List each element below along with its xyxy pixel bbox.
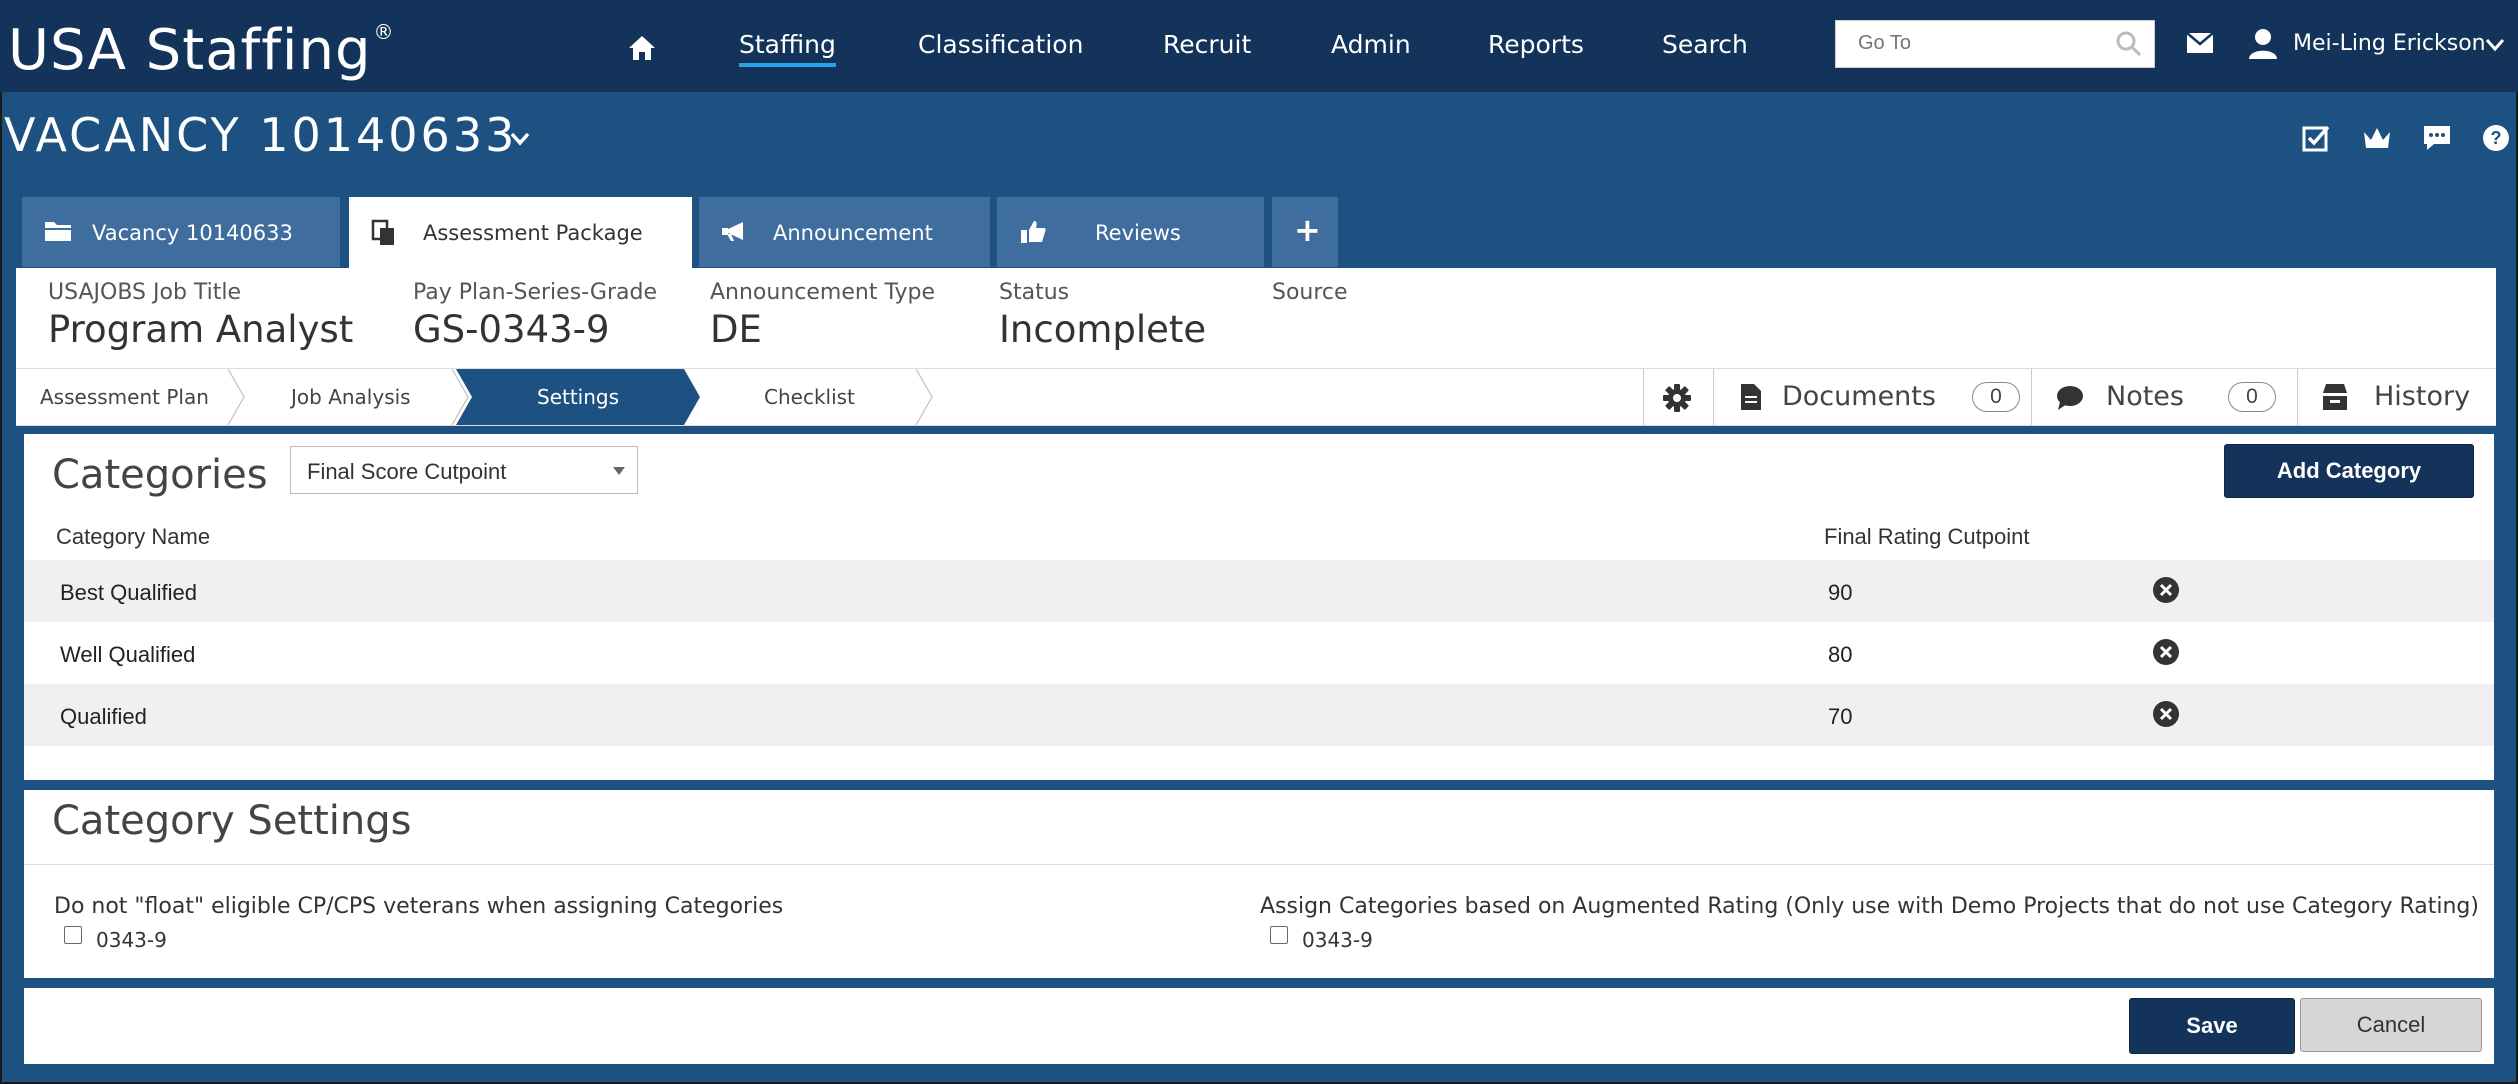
add-category-button[interactable]: Add Category <box>2224 444 2474 498</box>
nav-staffing[interactable]: Staffing <box>739 30 836 67</box>
table-row: Well Qualified 80 <box>24 622 2494 684</box>
info-value: DE <box>710 308 762 351</box>
copy-icon <box>371 219 394 245</box>
category-cutpoint: 80 <box>1828 642 1853 667</box>
tab-announcement[interactable]: Announcement <box>699 197 990 267</box>
folder-icon <box>45 222 71 241</box>
remove-icon[interactable] <box>2152 638 2180 666</box>
step-job-analysis[interactable]: Job Analysis <box>291 385 411 409</box>
nav-recruit[interactable]: Recruit <box>1163 30 1251 59</box>
settings-tool[interactable] <box>1643 369 1713 425</box>
vacancy-title: VACANCY 10140633 <box>4 108 518 162</box>
save-button[interactable]: Save <box>2129 998 2295 1054</box>
table-row: Best Qualified 90 <box>24 560 2494 622</box>
tab-label: Vacancy 10140633 <box>92 221 293 245</box>
info-value: Incomplete <box>999 308 1207 351</box>
comment-icon[interactable] <box>2422 124 2452 152</box>
history-tool[interactable]: History <box>2297 369 2496 425</box>
category-cutpoint: 70 <box>1828 704 1853 729</box>
column-header-category-name: Category Name <box>56 524 211 549</box>
table-row: Qualified 70 <box>24 684 2494 746</box>
category-name: Best Qualified <box>60 580 197 605</box>
nav-reports[interactable]: Reports <box>1488 30 1584 59</box>
tab-vacancy[interactable]: Vacancy 10140633 <box>22 197 340 267</box>
info-value: GS-0343-9 <box>413 308 610 351</box>
notes-count: 0 <box>2228 382 2276 412</box>
notes-label: Notes <box>2106 381 2184 412</box>
float-veterans-label: Do not "float" eligible CP/CPS veterans … <box>54 894 784 919</box>
help-icon[interactable]: ? <box>2482 124 2510 152</box>
category-name: Qualified <box>60 704 147 729</box>
top-nav-bar: USA Staffing ® Staffing Classification Re… <box>0 0 2518 92</box>
augmented-rating-grade: 0343-9 <box>1302 928 1373 952</box>
notes-tool[interactable]: Notes 0 <box>2031 369 2297 425</box>
footer-panel: Save Cancel <box>24 988 2494 1064</box>
column-header-cutpoint: Final Rating Cutpoint <box>1824 524 2030 549</box>
documents-count: 0 <box>1972 382 2020 412</box>
tab-label: Assessment Package <box>423 221 643 245</box>
info-label: USAJOBS Job Title <box>48 280 242 305</box>
tab-reviews[interactable]: Reviews <box>997 197 1264 267</box>
info-label: Announcement Type <box>710 280 935 305</box>
checkbox-icon[interactable] <box>2302 124 2330 152</box>
float-veterans-checkbox[interactable] <box>64 926 82 944</box>
nav-admin[interactable]: Admin <box>1331 30 1411 59</box>
gear-icon <box>1663 384 1691 412</box>
info-label: Pay Plan-Series-Grade <box>413 280 657 305</box>
user-name[interactable]: Mei-Ling Erickson <box>2293 31 2486 56</box>
categories-panel: Categories Final Score Cutpoint Add Cate… <box>24 434 2494 780</box>
vacancy-info-panel: USAJOBS Job Title Program Analyst Pay Pl… <box>16 268 2496 368</box>
brand-name: USA Staffing <box>8 18 372 83</box>
float-veterans-grade: 0343-9 <box>96 928 167 952</box>
divider <box>24 864 2494 865</box>
augmented-rating-label: Assign Categories based on Augmented Rat… <box>1260 894 2479 919</box>
nav-search[interactable]: Search <box>1662 30 1748 59</box>
step-checklist[interactable]: Checklist <box>764 385 855 409</box>
tab-assessment-package[interactable]: Assessment Package <box>349 197 692 269</box>
category-settings-panel: Category Settings Do not "float" eligibl… <box>24 790 2494 978</box>
thumbs-up-icon <box>1021 221 1046 243</box>
goto-box <box>1835 20 2155 68</box>
add-icon: + <box>1294 211 1321 249</box>
tab-add[interactable]: + <box>1272 197 1338 267</box>
comment-icon <box>2057 386 2083 410</box>
caret-down-icon <box>613 467 625 475</box>
info-label: Status <box>999 280 1070 305</box>
category-cutpoint: 90 <box>1828 580 1853 605</box>
documents-label: Documents <box>1782 381 1936 412</box>
category-settings-title: Category Settings <box>52 798 412 844</box>
remove-icon[interactable] <box>2152 700 2180 728</box>
brand-mark: ® <box>373 20 395 44</box>
user-icon[interactable] <box>2248 28 2278 60</box>
goto-input[interactable] <box>1856 31 2110 56</box>
svg-text:?: ? <box>2491 128 2502 148</box>
chevron-down-icon[interactable] <box>2485 38 2505 52</box>
category-name: Well Qualified <box>60 642 196 667</box>
info-label: Source <box>1272 280 1348 305</box>
home-icon[interactable] <box>627 34 657 62</box>
chevron-down-icon[interactable] <box>510 132 530 146</box>
step-assessment-plan[interactable]: Assessment Plan <box>40 385 209 409</box>
mail-icon[interactable] <box>2186 32 2214 54</box>
documents-tool[interactable]: Documents 0 <box>1713 369 2031 425</box>
remove-icon[interactable] <box>2152 576 2180 604</box>
tab-label: Reviews <box>1095 221 1181 245</box>
category-type-select[interactable]: Final Score Cutpoint <box>290 446 638 494</box>
step-settings[interactable]: Settings <box>537 385 619 409</box>
info-value: Program Analyst <box>48 308 354 351</box>
cancel-button[interactable]: Cancel <box>2300 998 2482 1052</box>
archive-icon <box>2323 384 2347 410</box>
augmented-rating-checkbox[interactable] <box>1270 926 1288 944</box>
brand-logo[interactable]: USA Staffing ® <box>8 18 395 83</box>
search-icon[interactable] <box>2116 31 2142 57</box>
crown-icon[interactable] <box>2362 124 2392 152</box>
select-value: Final Score Cutpoint <box>307 459 507 484</box>
nav-classification[interactable]: Classification <box>918 30 1083 59</box>
document-icon <box>1741 384 1761 410</box>
tab-label: Announcement <box>773 221 933 245</box>
history-label: History <box>2374 381 2471 412</box>
step-bar: Assessment Plan Job Analysis Settings Ch… <box>16 368 2496 426</box>
megaphone-icon <box>722 222 743 241</box>
categories-title: Categories <box>52 452 268 498</box>
